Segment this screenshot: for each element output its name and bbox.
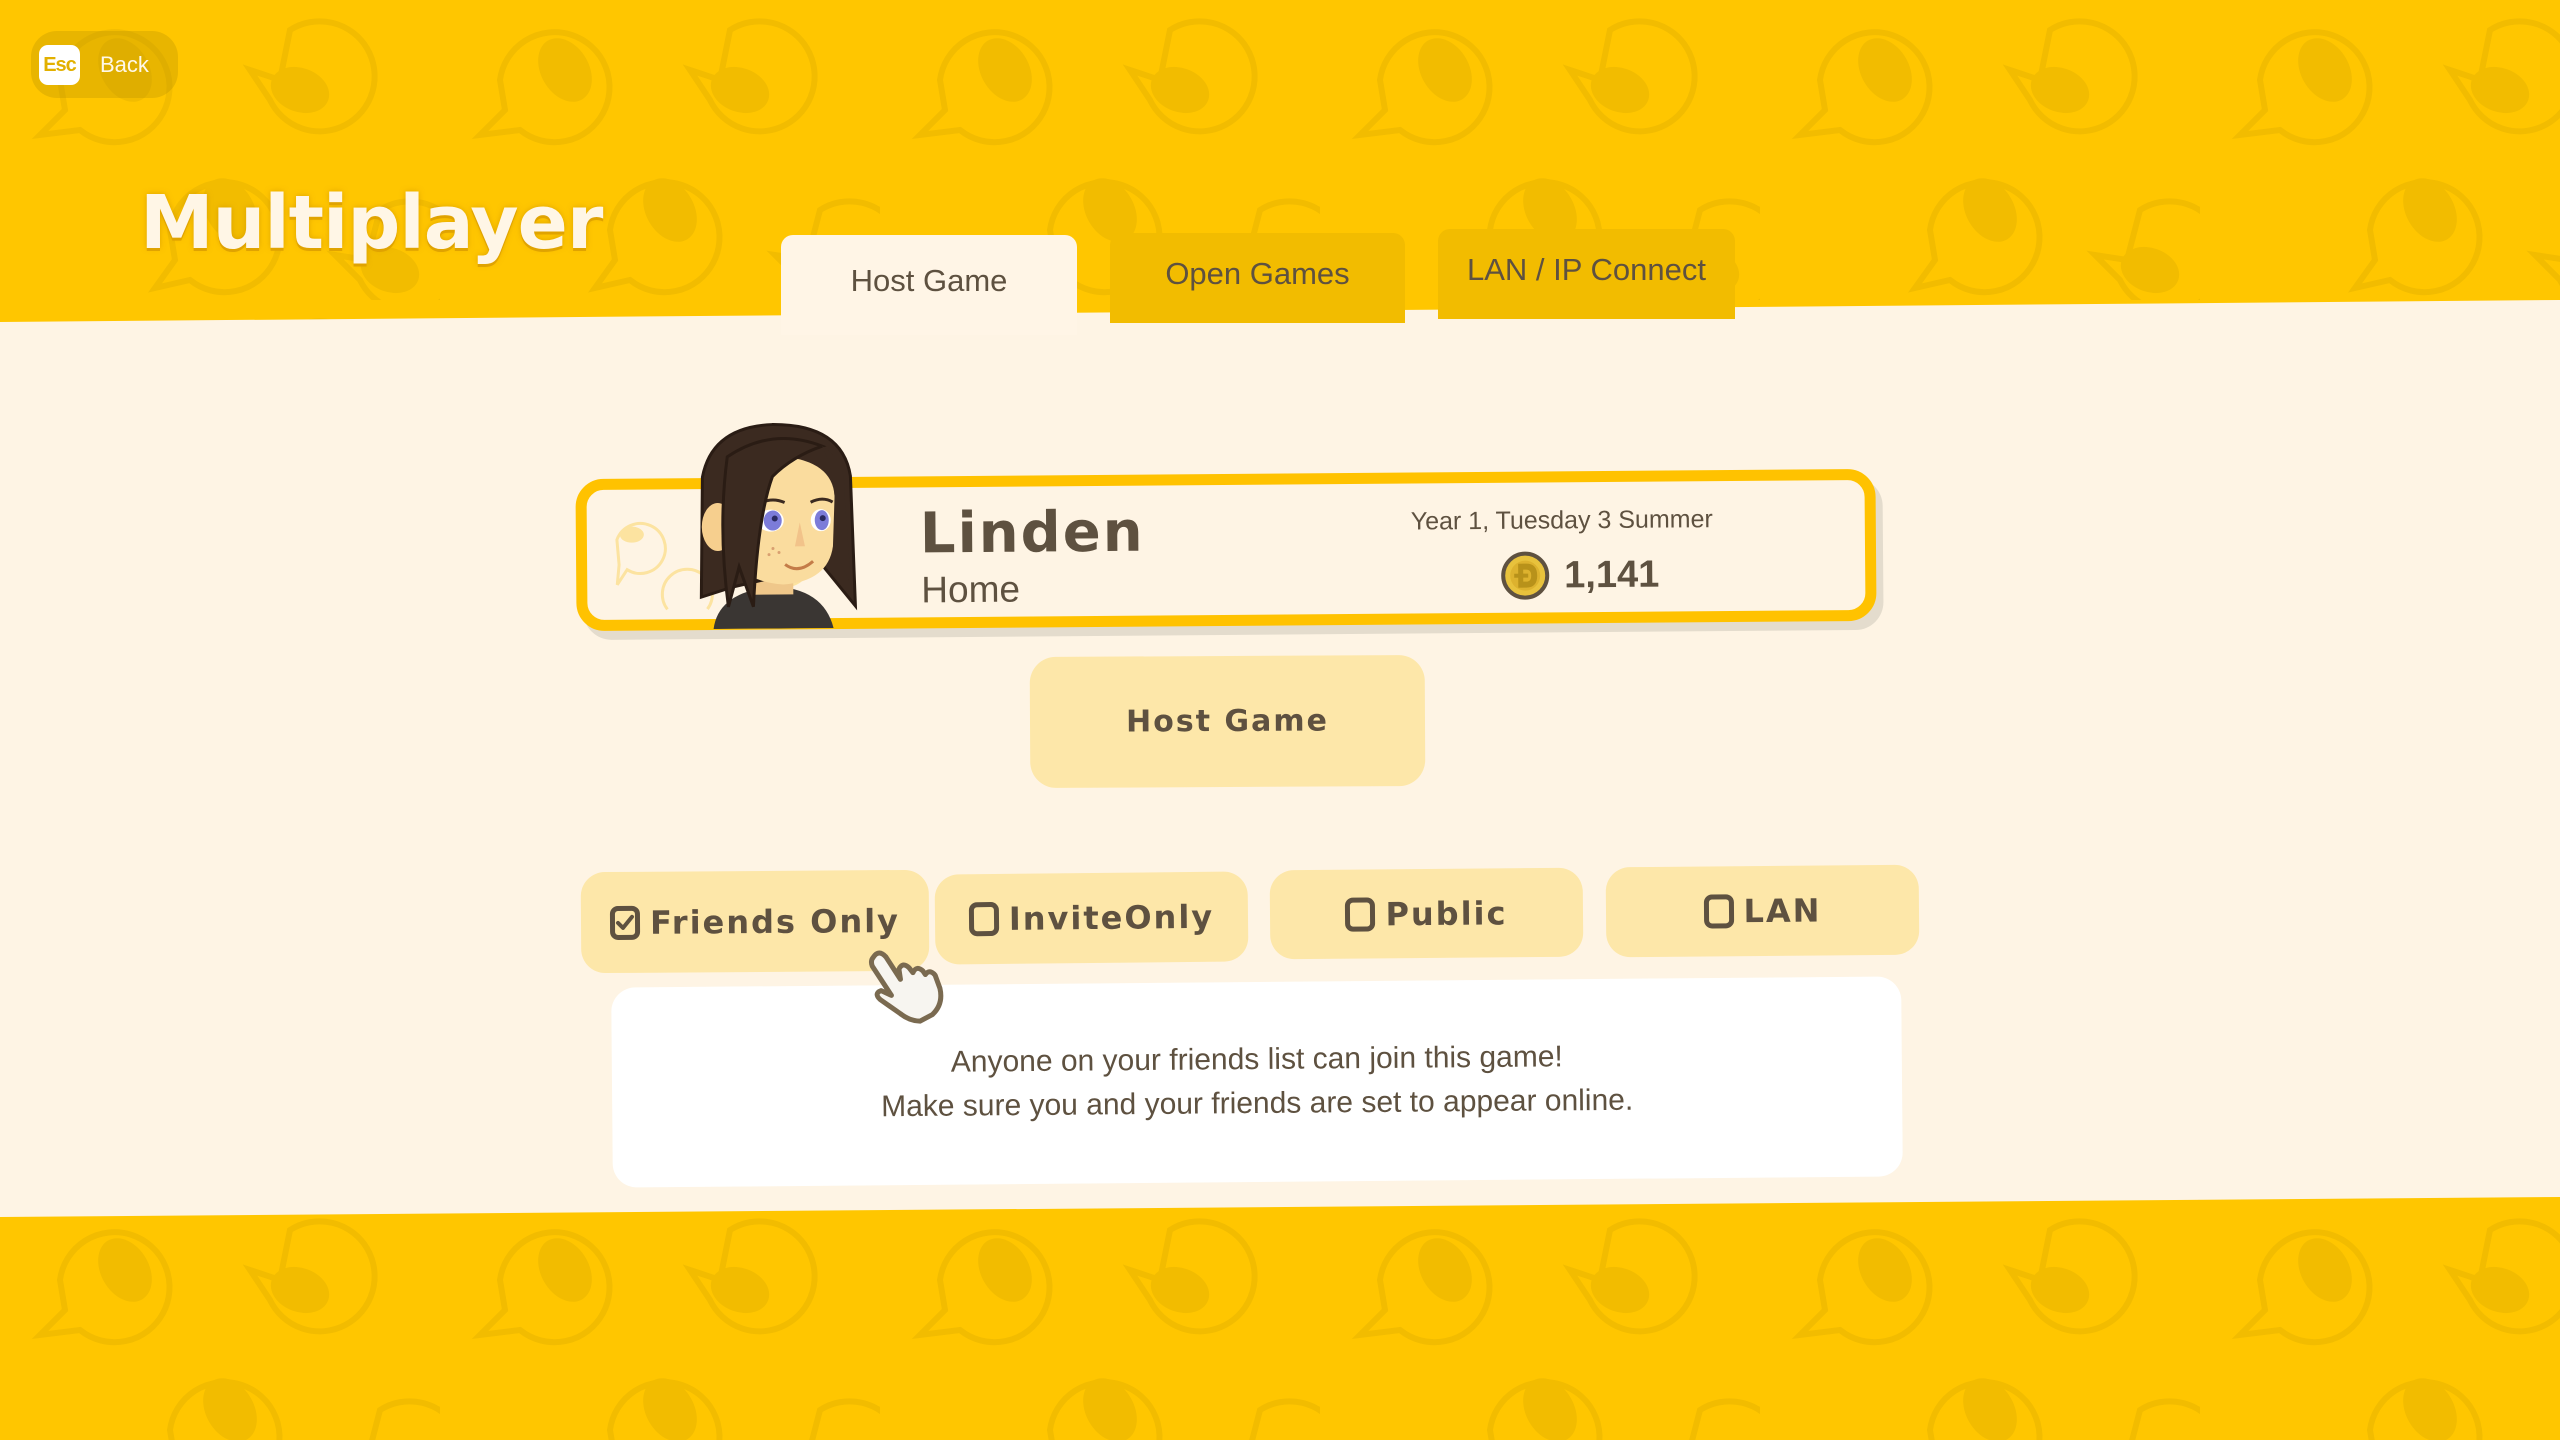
option-label: InviteOnly: [1008, 897, 1215, 938]
save-profile-card[interactable]: Linden Home Year 1, Tuesday 3 Summer 1,1…: [575, 423, 1877, 632]
description-line-1: Anyone on your friends list can join thi…: [950, 1040, 1563, 1079]
back-label: Back: [100, 52, 149, 77]
tab-lan-ip-connect[interactable]: LAN / IP Connect: [1438, 229, 1735, 319]
hand-pointer-cursor-icon: [868, 950, 944, 1024]
host-game-button[interactable]: Host Game: [1029, 654, 1426, 789]
save-date: Year 1, Tuesday 3 Summer: [1410, 505, 1713, 536]
option-label: LAN: [1743, 891, 1822, 931]
money-value: 1,141: [1564, 553, 1660, 596]
checkbox-empty-icon[interactable]: [1345, 896, 1376, 932]
option-lan[interactable]: LAN: [1605, 864, 1920, 958]
tab-label: Open Games: [1165, 256, 1350, 291]
tab-open-games[interactable]: Open Games: [1110, 233, 1405, 323]
option-description-box: Anyone on your friends list can join thi…: [611, 976, 1903, 1188]
option-label: Friends Only: [649, 901, 901, 942]
back-button[interactable]: Esc Back: [31, 31, 178, 98]
coin-icon: [1501, 551, 1550, 600]
player-location: Home: [921, 568, 1021, 611]
player-avatar: [699, 423, 858, 630]
tab-label: LAN / IP Connect: [1467, 252, 1706, 287]
checkbox-checked-icon[interactable]: [609, 905, 641, 940]
player-name: Linden: [919, 499, 1145, 567]
tab-host-game[interactable]: Host Game: [781, 235, 1077, 335]
option-invite-only[interactable]: InviteOnly: [934, 871, 1249, 965]
description-line-2: Make sure you and your friends are set t…: [880, 1083, 1634, 1124]
page-title: Multiplayer: [140, 180, 603, 266]
money-display: 1,141: [1500, 550, 1659, 601]
option-label: Public: [1385, 893, 1508, 933]
option-public[interactable]: Public: [1269, 867, 1584, 960]
esc-key-icon: Esc: [39, 45, 80, 85]
checkbox-empty-icon[interactable]: [1703, 894, 1734, 929]
checkbox-empty-icon[interactable]: [968, 901, 1000, 937]
tab-label: Host Game: [850, 263, 1008, 298]
